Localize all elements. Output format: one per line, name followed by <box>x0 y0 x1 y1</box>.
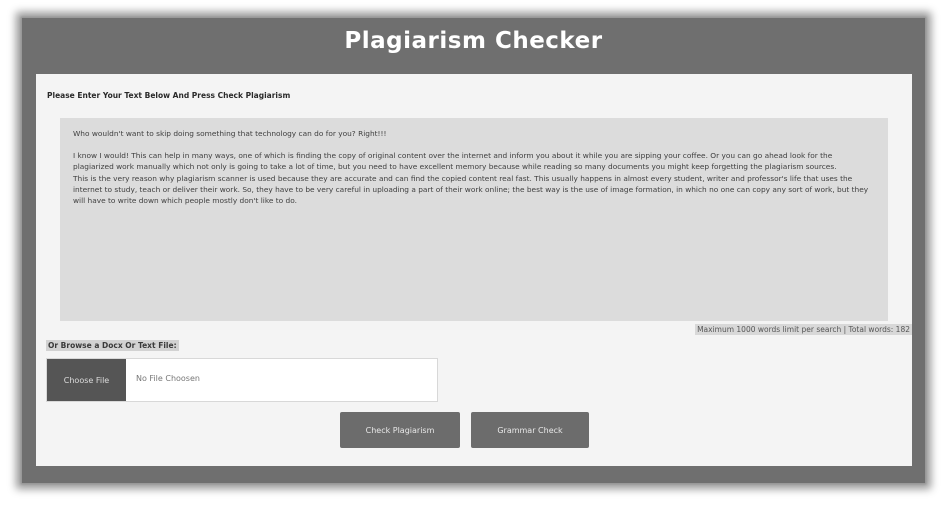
form-panel: Please Enter Your Text Below And Press C… <box>36 74 912 466</box>
browse-file-label: Or Browse a Docx Or Text File: <box>46 340 179 351</box>
text-paragraph-2: I know I would! This can help in many wa… <box>73 151 837 172</box>
file-name-status: No File Choosen <box>136 374 200 383</box>
grammar-check-button[interactable]: Grammar Check <box>471 412 589 448</box>
text-input-area[interactable]: Who wouldn't want to skip doing somethin… <box>60 118 888 321</box>
text-paragraph-1: Who wouldn't want to skip doing somethin… <box>73 129 387 138</box>
page-title: Plagiarism Checker <box>344 28 603 54</box>
instruction-text: Please Enter Your Text Below And Press C… <box>47 91 291 100</box>
check-plagiarism-button[interactable]: Check Plagiarism <box>340 412 460 448</box>
text-paragraph-3: This is the very reason why plagiarism s… <box>73 173 869 206</box>
choose-file-button[interactable]: Choose File <box>47 359 126 401</box>
word-count-info: Maximum 1000 words limit per search | To… <box>695 324 912 335</box>
file-upload-field[interactable]: Choose File No File Choosen <box>46 358 438 402</box>
plagiarism-checker-frame: Plagiarism Checker Please Enter Your Tex… <box>22 18 925 483</box>
